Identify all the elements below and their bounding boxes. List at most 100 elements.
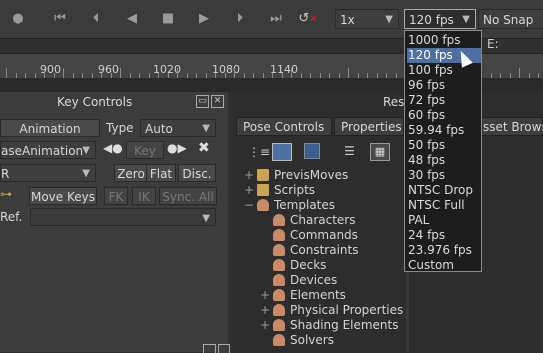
ref-select[interactable]: ▼	[30, 208, 216, 226]
ruler-tick	[6, 68, 7, 78]
previous-key-icon[interactable]: ⏴	[86, 9, 106, 29]
tree-expander-icon[interactable]: +	[260, 288, 270, 303]
zero-button[interactable]: Zero	[114, 164, 148, 182]
tree-view-icon[interactable]: ⋮≡	[248, 145, 270, 159]
go-to-end-icon[interactable]: ⏭	[266, 9, 286, 29]
tree-expander-icon[interactable]: +	[260, 318, 270, 333]
layer-select[interactable]: aseAnimation ▼	[0, 141, 96, 159]
tree-item[interactable]: Elements	[290, 288, 346, 303]
animation-button[interactable]: Animation	[0, 119, 100, 137]
fps-option[interactable]: PAL	[407, 213, 481, 228]
tree-item[interactable]: Commands	[290, 228, 358, 243]
resource-tree: + PrevisMoves + Scripts − Templates Characters…	[244, 168, 406, 352]
tree-expander-icon[interactable]: +	[244, 168, 254, 183]
tree-expander-icon[interactable]: −	[244, 198, 254, 213]
move-keys-button[interactable]: Move Keys	[29, 187, 97, 205]
tree-item[interactable]: Shading Elements	[290, 318, 399, 333]
tab-asset-browser[interactable]: sset Brows	[480, 117, 543, 136]
template-icon	[273, 259, 285, 271]
tree-item[interactable]: Scripts	[274, 183, 315, 198]
ruler-tick	[63, 68, 64, 78]
template-icon	[273, 214, 285, 226]
playback-speed-select[interactable]: 1x ▼	[335, 9, 399, 29]
fps-option[interactable]: 23.976 fps	[407, 243, 481, 258]
tree-item[interactable]: Physical Properties	[290, 303, 403, 318]
tree-item[interactable]: Decks	[290, 258, 326, 273]
grid-view-icon[interactable]: ▦	[370, 143, 390, 161]
float-panel-icon[interactable]: ▭	[196, 95, 209, 108]
key-button[interactable]: Key	[126, 141, 164, 159]
fps-option[interactable]: 1000 fps	[407, 33, 481, 48]
ik-button[interactable]: IK	[132, 187, 156, 205]
flat-button[interactable]: Flat	[146, 164, 176, 182]
play-backward-icon[interactable]: ◀	[122, 9, 142, 29]
tree-item[interactable]: Characters	[290, 213, 356, 228]
tree-item[interactable]: Templates	[274, 198, 335, 213]
go-to-start-icon[interactable]: ⏮	[50, 9, 70, 29]
tab-pose-controls[interactable]: Pose Controls	[236, 117, 332, 136]
ruler-tick-label: 1080	[212, 63, 240, 76]
ruler-tick	[234, 68, 235, 78]
previous-key-button[interactable]: ◀●	[103, 141, 123, 155]
play-forward-icon[interactable]: ▶	[194, 9, 214, 29]
fps-option[interactable]: 30 fps	[407, 168, 481, 183]
e-label: E:	[487, 37, 499, 51]
r-select[interactable]: R ▼	[0, 164, 96, 182]
ruler-tick-label: 1140	[270, 63, 298, 76]
tree-item[interactable]: PrevisMoves	[274, 168, 348, 183]
ruler-tick	[519, 68, 520, 78]
fps-select[interactable]: 120 fps ▼	[404, 9, 476, 29]
ref-label: Ref.	[0, 210, 23, 224]
fps-option[interactable]: 48 fps	[407, 153, 481, 168]
fps-option[interactable]: 96 fps	[407, 78, 481, 93]
template-icon	[273, 229, 285, 241]
fps-option[interactable]: NTSC Full	[407, 198, 481, 213]
key-icon: ⊶	[0, 187, 12, 201]
ruler-tick	[348, 68, 349, 78]
fk-button[interactable]: FK	[104, 187, 128, 205]
template-icon	[273, 289, 285, 301]
split-vertical-icon[interactable]	[272, 143, 292, 161]
fps-option[interactable]: 60 fps	[407, 108, 481, 123]
next-key-button[interactable]: ●▶	[167, 141, 187, 155]
key-controls-title: Key Controls	[57, 95, 133, 109]
fps-option[interactable]: 24 fps	[407, 228, 481, 243]
tree-item[interactable]: Constraints	[290, 243, 358, 258]
template-icon	[257, 199, 269, 211]
tree-expander-icon[interactable]: +	[260, 303, 270, 318]
template-icon	[273, 319, 285, 331]
sync-all-button[interactable]: Sync. All	[159, 187, 217, 205]
close-panel-icon[interactable]: ✕	[211, 95, 224, 108]
ruler-tick	[120, 68, 121, 78]
tree-item[interactable]: Devices	[290, 273, 337, 288]
chevron-down-icon: ▼	[82, 145, 90, 156]
type-select[interactable]: Auto ▼	[140, 119, 216, 137]
fps-option[interactable]: 50 fps	[407, 138, 481, 153]
tree-expander-icon[interactable]: +	[244, 183, 254, 198]
list-view-icon[interactable]: ☰	[344, 144, 355, 158]
loop-toggle-icon[interactable]: ↺✕	[298, 9, 318, 29]
ruler-tick	[177, 68, 178, 78]
delete-key-icon[interactable]: ✖	[198, 140, 210, 156]
fps-option[interactable]: NTSC Drop	[407, 183, 481, 198]
chevron-down-icon: ▼	[202, 123, 210, 134]
split-horizontal-icon[interactable]	[304, 143, 320, 159]
template-icon	[273, 274, 285, 286]
chevron-down-icon: ▼	[385, 14, 393, 25]
resources-title: Res	[383, 95, 405, 109]
folder-icon	[257, 169, 269, 181]
fps-dropdown-list: 1000 fps 120 fps 100 fps 96 fps 72 fps 60 fps…	[404, 30, 482, 272]
disc-button[interactable]: Disc.	[178, 164, 216, 182]
next-key-icon[interactable]: ⏵	[230, 9, 250, 29]
fps-option[interactable]: 72 fps	[407, 93, 481, 108]
fps-option[interactable]: 100 fps	[407, 63, 481, 78]
fps-option[interactable]: 59.94 fps	[407, 123, 481, 138]
tree-item[interactable]: Solvers	[290, 333, 334, 348]
tab-properties[interactable]: Properties	[334, 117, 404, 136]
snap-select[interactable]: No Snap	[478, 9, 543, 29]
record-off-icon[interactable]: ●	[8, 9, 28, 29]
fps-option[interactable]: Custom	[407, 258, 481, 273]
chevron-down-icon: ▼	[82, 168, 90, 179]
stop-icon[interactable]: ■	[158, 9, 178, 29]
template-icon	[273, 244, 285, 256]
